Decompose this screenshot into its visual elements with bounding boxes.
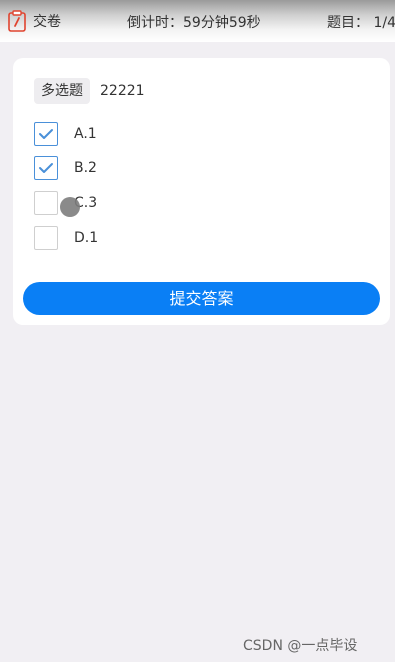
option-d-label: D.1 <box>74 230 99 246</box>
submit-exam-label: 交卷 <box>33 14 61 30</box>
watermark: CSDN @一点毕设 <box>243 638 358 654</box>
touch-indicator <box>60 197 80 217</box>
option-a-checkbox[interactable] <box>34 122 58 146</box>
checkmark-icon <box>39 129 53 139</box>
option-a-label: A.1 <box>74 126 97 142</box>
option-a[interactable]: A.1 <box>34 122 234 148</box>
submit-answer-button[interactable]: 提交答案 <box>23 282 380 315</box>
option-b-label: B.2 <box>74 160 97 176</box>
question-title: 22221 <box>100 83 145 99</box>
option-b-checkbox[interactable] <box>34 156 58 180</box>
question-card: 多选题 22221 A.1 B.2 C.3 D.1 提交答案 <box>13 58 390 325</box>
question-progress: 题目： 1/4 <box>327 15 395 31</box>
option-c-checkbox[interactable] <box>34 191 58 215</box>
clipboard-icon <box>7 10 27 32</box>
option-b[interactable]: B.2 <box>34 156 234 182</box>
submit-exam-button[interactable]: 交卷 <box>7 10 61 32</box>
option-d[interactable]: D.1 <box>34 226 234 252</box>
option-d-checkbox[interactable] <box>34 226 58 250</box>
checkmark-icon <box>39 163 53 173</box>
countdown-timer: 倒计时：59分钟59秒 <box>127 15 261 31</box>
question-type-badge: 多选题 <box>34 78 90 104</box>
top-bar: 交卷 倒计时：59分钟59秒 题目： 1/4 <box>0 0 395 42</box>
